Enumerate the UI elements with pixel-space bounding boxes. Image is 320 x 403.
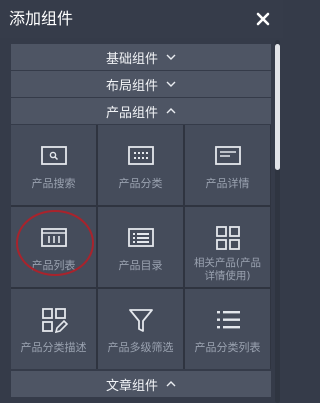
section-article-components[interactable]: 文章组件 bbox=[11, 371, 271, 397]
component-label: 产品分类描述 bbox=[20, 341, 87, 354]
component-category-list[interactable]: 产品分类列表 bbox=[185, 289, 270, 369]
section-label: 基础组件 bbox=[105, 51, 158, 67]
four-squares-icon bbox=[215, 226, 240, 250]
search-box-icon bbox=[40, 146, 67, 165]
chevron-up-icon bbox=[166, 108, 176, 114]
component-label: 产品目录 bbox=[118, 259, 163, 272]
product-components-grid: 产品搜索 产品分类 产品详情 产品列表 产品目录 相关产品(产品详情使用) 产品… bbox=[11, 125, 271, 369]
edit-grid-icon bbox=[41, 308, 68, 334]
component-label: 相关产品(产品详情使用) bbox=[193, 257, 262, 282]
component-list: 基础组件 布局组件 产品组件 产品搜索 产品分类 产品详情 产品列表 产品目录 … bbox=[11, 44, 271, 403]
section-layout-components[interactable]: 布局组件 bbox=[11, 71, 271, 97]
section-label: 文章组件 bbox=[105, 378, 158, 394]
component-product-catalog[interactable]: 产品目录 bbox=[98, 207, 183, 287]
panel-title: 添加组件 bbox=[9, 9, 74, 28]
component-label: 产品分类 bbox=[118, 177, 163, 190]
component-product-search[interactable]: 产品搜索 bbox=[11, 125, 96, 205]
column-list-icon bbox=[40, 228, 67, 247]
close-icon[interactable] bbox=[255, 11, 271, 27]
scrollbar-thumb[interactable] bbox=[275, 44, 280, 170]
section-label: 产品组件 bbox=[105, 105, 158, 121]
catalog-icon bbox=[127, 228, 154, 247]
component-label: 产品多级筛选 bbox=[107, 341, 174, 354]
filter-icon bbox=[128, 309, 153, 332]
panel-header: 添加组件 bbox=[0, 0, 283, 38]
chevron-up-icon bbox=[166, 381, 176, 387]
chevron-down-icon bbox=[166, 54, 176, 60]
section-label: 布局组件 bbox=[105, 78, 158, 94]
component-label: 产品分类列表 bbox=[194, 341, 261, 354]
component-label: 产品列表 bbox=[31, 259, 76, 272]
component-product-list[interactable]: 产品列表 bbox=[11, 207, 96, 287]
component-category-description[interactable]: 产品分类描述 bbox=[11, 289, 96, 369]
component-multilevel-filter[interactable]: 产品多级筛选 bbox=[98, 289, 183, 369]
grid-dots-icon bbox=[127, 146, 154, 165]
detail-window-icon bbox=[214, 146, 241, 165]
component-label: 产品搜索 bbox=[31, 177, 76, 190]
component-related-products[interactable]: 相关产品(产品详情使用) bbox=[185, 207, 270, 287]
component-product-category[interactable]: 产品分类 bbox=[98, 125, 183, 205]
section-basic-components[interactable]: 基础组件 bbox=[11, 44, 271, 70]
section-product-components[interactable]: 产品组件 bbox=[11, 98, 271, 124]
bullet-list-icon bbox=[216, 311, 240, 329]
component-label: 产品详情 bbox=[205, 177, 250, 190]
chevron-down-icon bbox=[166, 81, 176, 87]
vertical-scrollbar[interactable] bbox=[275, 40, 280, 403]
component-product-detail[interactable]: 产品详情 bbox=[185, 125, 270, 205]
